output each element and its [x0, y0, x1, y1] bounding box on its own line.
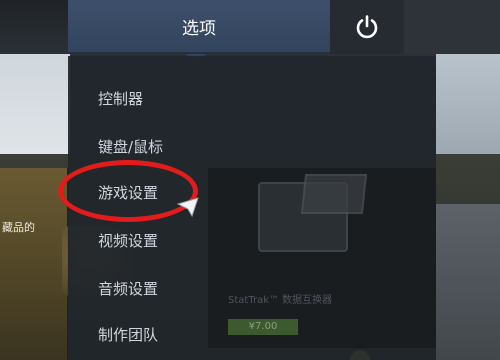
background-left-text: 藏品的: [2, 221, 35, 234]
tab-options-label: 选项: [182, 19, 216, 39]
scene-caption: StatTrak™ 数据互换器: [228, 295, 333, 306]
power-icon: [356, 15, 378, 39]
menu-item-credits[interactable]: 制作团队: [98, 324, 158, 345]
background-left-panel: [0, 168, 68, 360]
cursor-icon: [176, 197, 199, 218]
menu-item-controller[interactable]: 控制器: [98, 88, 143, 109]
background-left-band: [0, 54, 70, 154]
tab-options[interactable]: 选项: [68, 0, 330, 54]
crate-lid-image: [300, 174, 368, 214]
background-top-right: [404, 0, 500, 54]
menu-item-audio-settings[interactable]: 音频设置: [98, 278, 158, 299]
background-right-panel: [436, 204, 500, 360]
menu-item-video-settings[interactable]: 视频设置: [98, 230, 158, 251]
price-tag: ¥7.00: [228, 319, 298, 335]
menu-item-keyboard-mouse[interactable]: 键盘/鼠标: [98, 136, 163, 157]
power-button[interactable]: [330, 0, 404, 54]
